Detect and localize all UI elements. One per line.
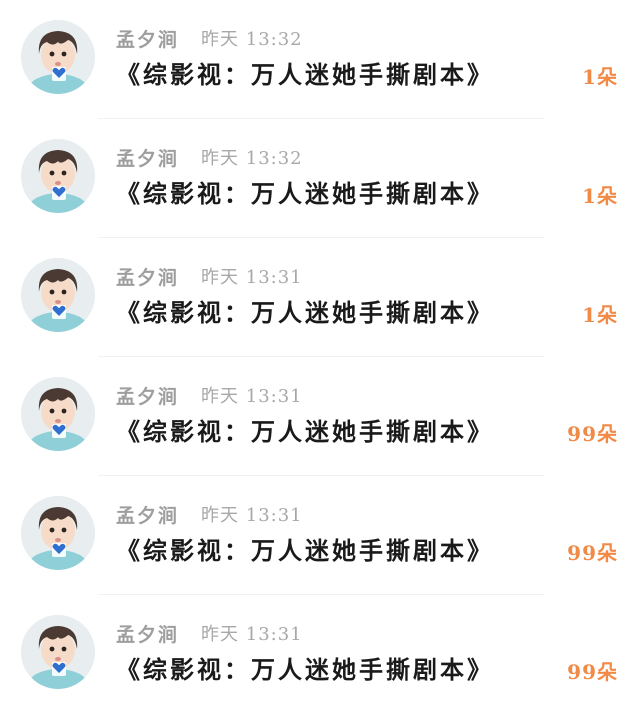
gift-count: 99朵 xyxy=(567,660,618,684)
username[interactable]: 孟夕涧 xyxy=(116,263,179,290)
gift-count: 1朵 xyxy=(582,303,618,327)
avatar[interactable] xyxy=(21,615,95,689)
item-meta: 孟夕涧 昨天 13:31 xyxy=(116,501,303,528)
book-title[interactable]: 《综影视：万人迷她手撕剧本》 xyxy=(116,296,494,330)
item-meta: 孟夕涧 昨天 13:31 xyxy=(116,382,303,409)
gift-count: 1朵 xyxy=(582,184,618,208)
gift-record-list: 孟夕涧 昨天 13:32 《综影视：万人迷她手撕剧本》 1朵 孟夕涧 昨天 13… xyxy=(0,0,640,704)
book-title[interactable]: 《综影视：万人迷她手撕剧本》 xyxy=(116,534,494,568)
username[interactable]: 孟夕涧 xyxy=(116,144,179,171)
timestamp: 昨天 13:31 xyxy=(201,386,303,407)
avatar-image xyxy=(21,377,95,451)
list-item[interactable]: 孟夕涧 昨天 13:31 《综影视：万人迷她手撕剧本》 99朵 xyxy=(0,595,640,714)
gift-count: 99朵 xyxy=(567,422,618,446)
book-title[interactable]: 《综影视：万人迷她手撕剧本》 xyxy=(116,415,494,449)
gift-count: 1朵 xyxy=(582,65,618,89)
username[interactable]: 孟夕涧 xyxy=(116,382,179,409)
book-title[interactable]: 《综影视：万人迷她手撕剧本》 xyxy=(116,58,494,92)
timestamp: 昨天 13:31 xyxy=(201,624,303,645)
timestamp: 昨天 13:31 xyxy=(201,267,303,288)
list-item[interactable]: 孟夕涧 昨天 13:31 《综影视：万人迷她手撕剧本》 99朵 xyxy=(0,357,640,476)
avatar-image xyxy=(21,139,95,213)
item-meta: 孟夕涧 昨天 13:32 xyxy=(116,25,303,52)
item-meta: 孟夕涧 昨天 13:31 xyxy=(116,620,303,647)
timestamp: 昨天 13:32 xyxy=(201,29,303,50)
timestamp: 昨天 13:31 xyxy=(201,505,303,526)
list-item[interactable]: 孟夕涧 昨天 13:31 《综影视：万人迷她手撕剧本》 99朵 xyxy=(0,476,640,595)
username[interactable]: 孟夕涧 xyxy=(116,620,179,647)
list-item[interactable]: 孟夕涧 昨天 13:31 《综影视：万人迷她手撕剧本》 1朵 xyxy=(0,238,640,357)
avatar[interactable] xyxy=(21,377,95,451)
book-title[interactable]: 《综影视：万人迷她手撕剧本》 xyxy=(116,653,494,687)
avatar-image xyxy=(21,615,95,689)
list-item[interactable]: 孟夕涧 昨天 13:32 《综影视：万人迷她手撕剧本》 1朵 xyxy=(0,0,640,119)
avatar-image xyxy=(21,258,95,332)
item-meta: 孟夕涧 昨天 13:31 xyxy=(116,263,303,290)
book-title[interactable]: 《综影视：万人迷她手撕剧本》 xyxy=(116,177,494,211)
avatar-image xyxy=(21,20,95,94)
username[interactable]: 孟夕涧 xyxy=(116,501,179,528)
item-meta: 孟夕涧 昨天 13:32 xyxy=(116,144,303,171)
list-item[interactable]: 孟夕涧 昨天 13:32 《综影视：万人迷她手撕剧本》 1朵 xyxy=(0,119,640,238)
avatar[interactable] xyxy=(21,139,95,213)
avatar[interactable] xyxy=(21,258,95,332)
timestamp: 昨天 13:32 xyxy=(201,148,303,169)
avatar[interactable] xyxy=(21,20,95,94)
gift-count: 99朵 xyxy=(567,541,618,565)
avatar-image xyxy=(21,496,95,570)
username[interactable]: 孟夕涧 xyxy=(116,25,179,52)
avatar[interactable] xyxy=(21,496,95,570)
